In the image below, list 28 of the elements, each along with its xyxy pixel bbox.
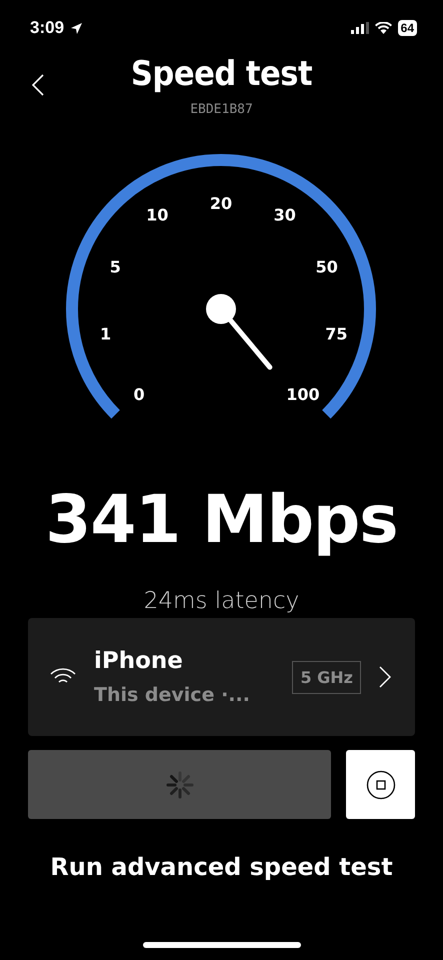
speed-value: 341 Mbps [45, 481, 398, 558]
stop-icon [366, 770, 396, 800]
scale-label: 1 [100, 324, 112, 344]
scale-label: 5 [110, 257, 121, 276]
page-title: Speed test [130, 54, 312, 94]
scale-label: 50 [316, 257, 338, 276]
device-id: EBDE1B87 [190, 102, 253, 117]
status-time: 3:09 [30, 18, 64, 38]
scale-label: 75 [325, 324, 348, 344]
back-icon [32, 74, 44, 96]
band-tag: 5 GHz [292, 660, 361, 694]
signal-icon [350, 22, 369, 34]
device-card[interactable]: iPhone This device ·... 5 GHz [28, 618, 415, 736]
device-name: iPhone [94, 648, 184, 674]
device-subtitle: This device ·... [94, 684, 251, 706]
scale-label: 30 [274, 206, 296, 224]
spinner-icon [166, 770, 194, 798]
stop-button[interactable] [346, 750, 415, 819]
wifi-icon [374, 22, 392, 34]
scale-label: 10 [146, 206, 168, 224]
latency-text: 24ms latency [144, 588, 300, 614]
battery-level: 64 [398, 20, 417, 36]
scale-label: 20 [210, 194, 232, 213]
location-icon [70, 22, 84, 34]
advanced-test-link[interactable]: Run advanced speed test [50, 853, 393, 881]
chevron-right-icon [379, 666, 391, 688]
scale-label: 100 [286, 384, 320, 404]
scale-label: 0 [133, 384, 145, 404]
